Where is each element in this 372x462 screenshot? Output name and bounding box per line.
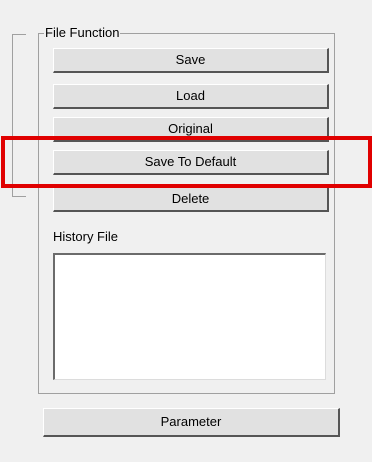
load-button[interactable]: Load (53, 84, 329, 109)
parameter-button[interactable]: Parameter (43, 408, 340, 437)
original-button[interactable]: Original (53, 117, 329, 142)
history-file-list[interactable] (53, 253, 326, 380)
side-panel-bracket (12, 34, 26, 197)
save-to-default-button[interactable]: Save To Default (53, 150, 329, 175)
delete-button[interactable]: Delete (53, 187, 329, 212)
save-button[interactable]: Save (53, 48, 329, 73)
file-function-title: File Function (44, 25, 121, 41)
history-file-label: History File (53, 229, 119, 244)
